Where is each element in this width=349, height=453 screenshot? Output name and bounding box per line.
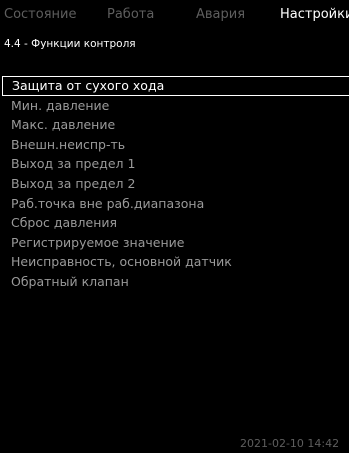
tab-status[interactable]: Состояние [4, 7, 76, 22]
menu-item-logged-value[interactable]: Регистрируемое значение [2, 233, 347, 253]
menu-item-dry-run-protection[interactable]: Защита от сухого хода [2, 76, 349, 96]
menu-item-max-pressure[interactable]: Макс. давление [2, 115, 347, 135]
menu-item-pressure-relief[interactable]: Сброс давления [2, 213, 347, 233]
tab-settings[interactable]: Настройки [280, 7, 349, 22]
menu-item-check-valve[interactable]: Обратный клапан [2, 272, 347, 292]
tab-bar: Состояние Работа Авария Настройки [0, 0, 349, 30]
monitoring-functions-menu: Защита от сухого хода Мин. давление Макс… [2, 76, 349, 292]
tab-operation[interactable]: Работа [107, 7, 154, 22]
timestamp: 2021-02-10 14:42 [240, 437, 340, 450]
menu-item-external-fault[interactable]: Внешн.неиспр-ть [2, 135, 347, 155]
menu-item-min-pressure[interactable]: Мин. давление [2, 96, 347, 116]
menu-item-duty-point-out-of-range[interactable]: Раб.точка вне раб.диапазона [2, 194, 347, 214]
menu-item-limit-exceeded-2[interactable]: Выход за предел 2 [2, 174, 347, 194]
breadcrumb: 4.4 - Функции контроля [4, 38, 136, 50]
menu-item-primary-sensor-fault[interactable]: Неисправность, основной датчик [2, 252, 347, 272]
tab-alarm[interactable]: Авария [196, 7, 245, 22]
menu-item-limit-exceeded-1[interactable]: Выход за предел 1 [2, 154, 347, 174]
